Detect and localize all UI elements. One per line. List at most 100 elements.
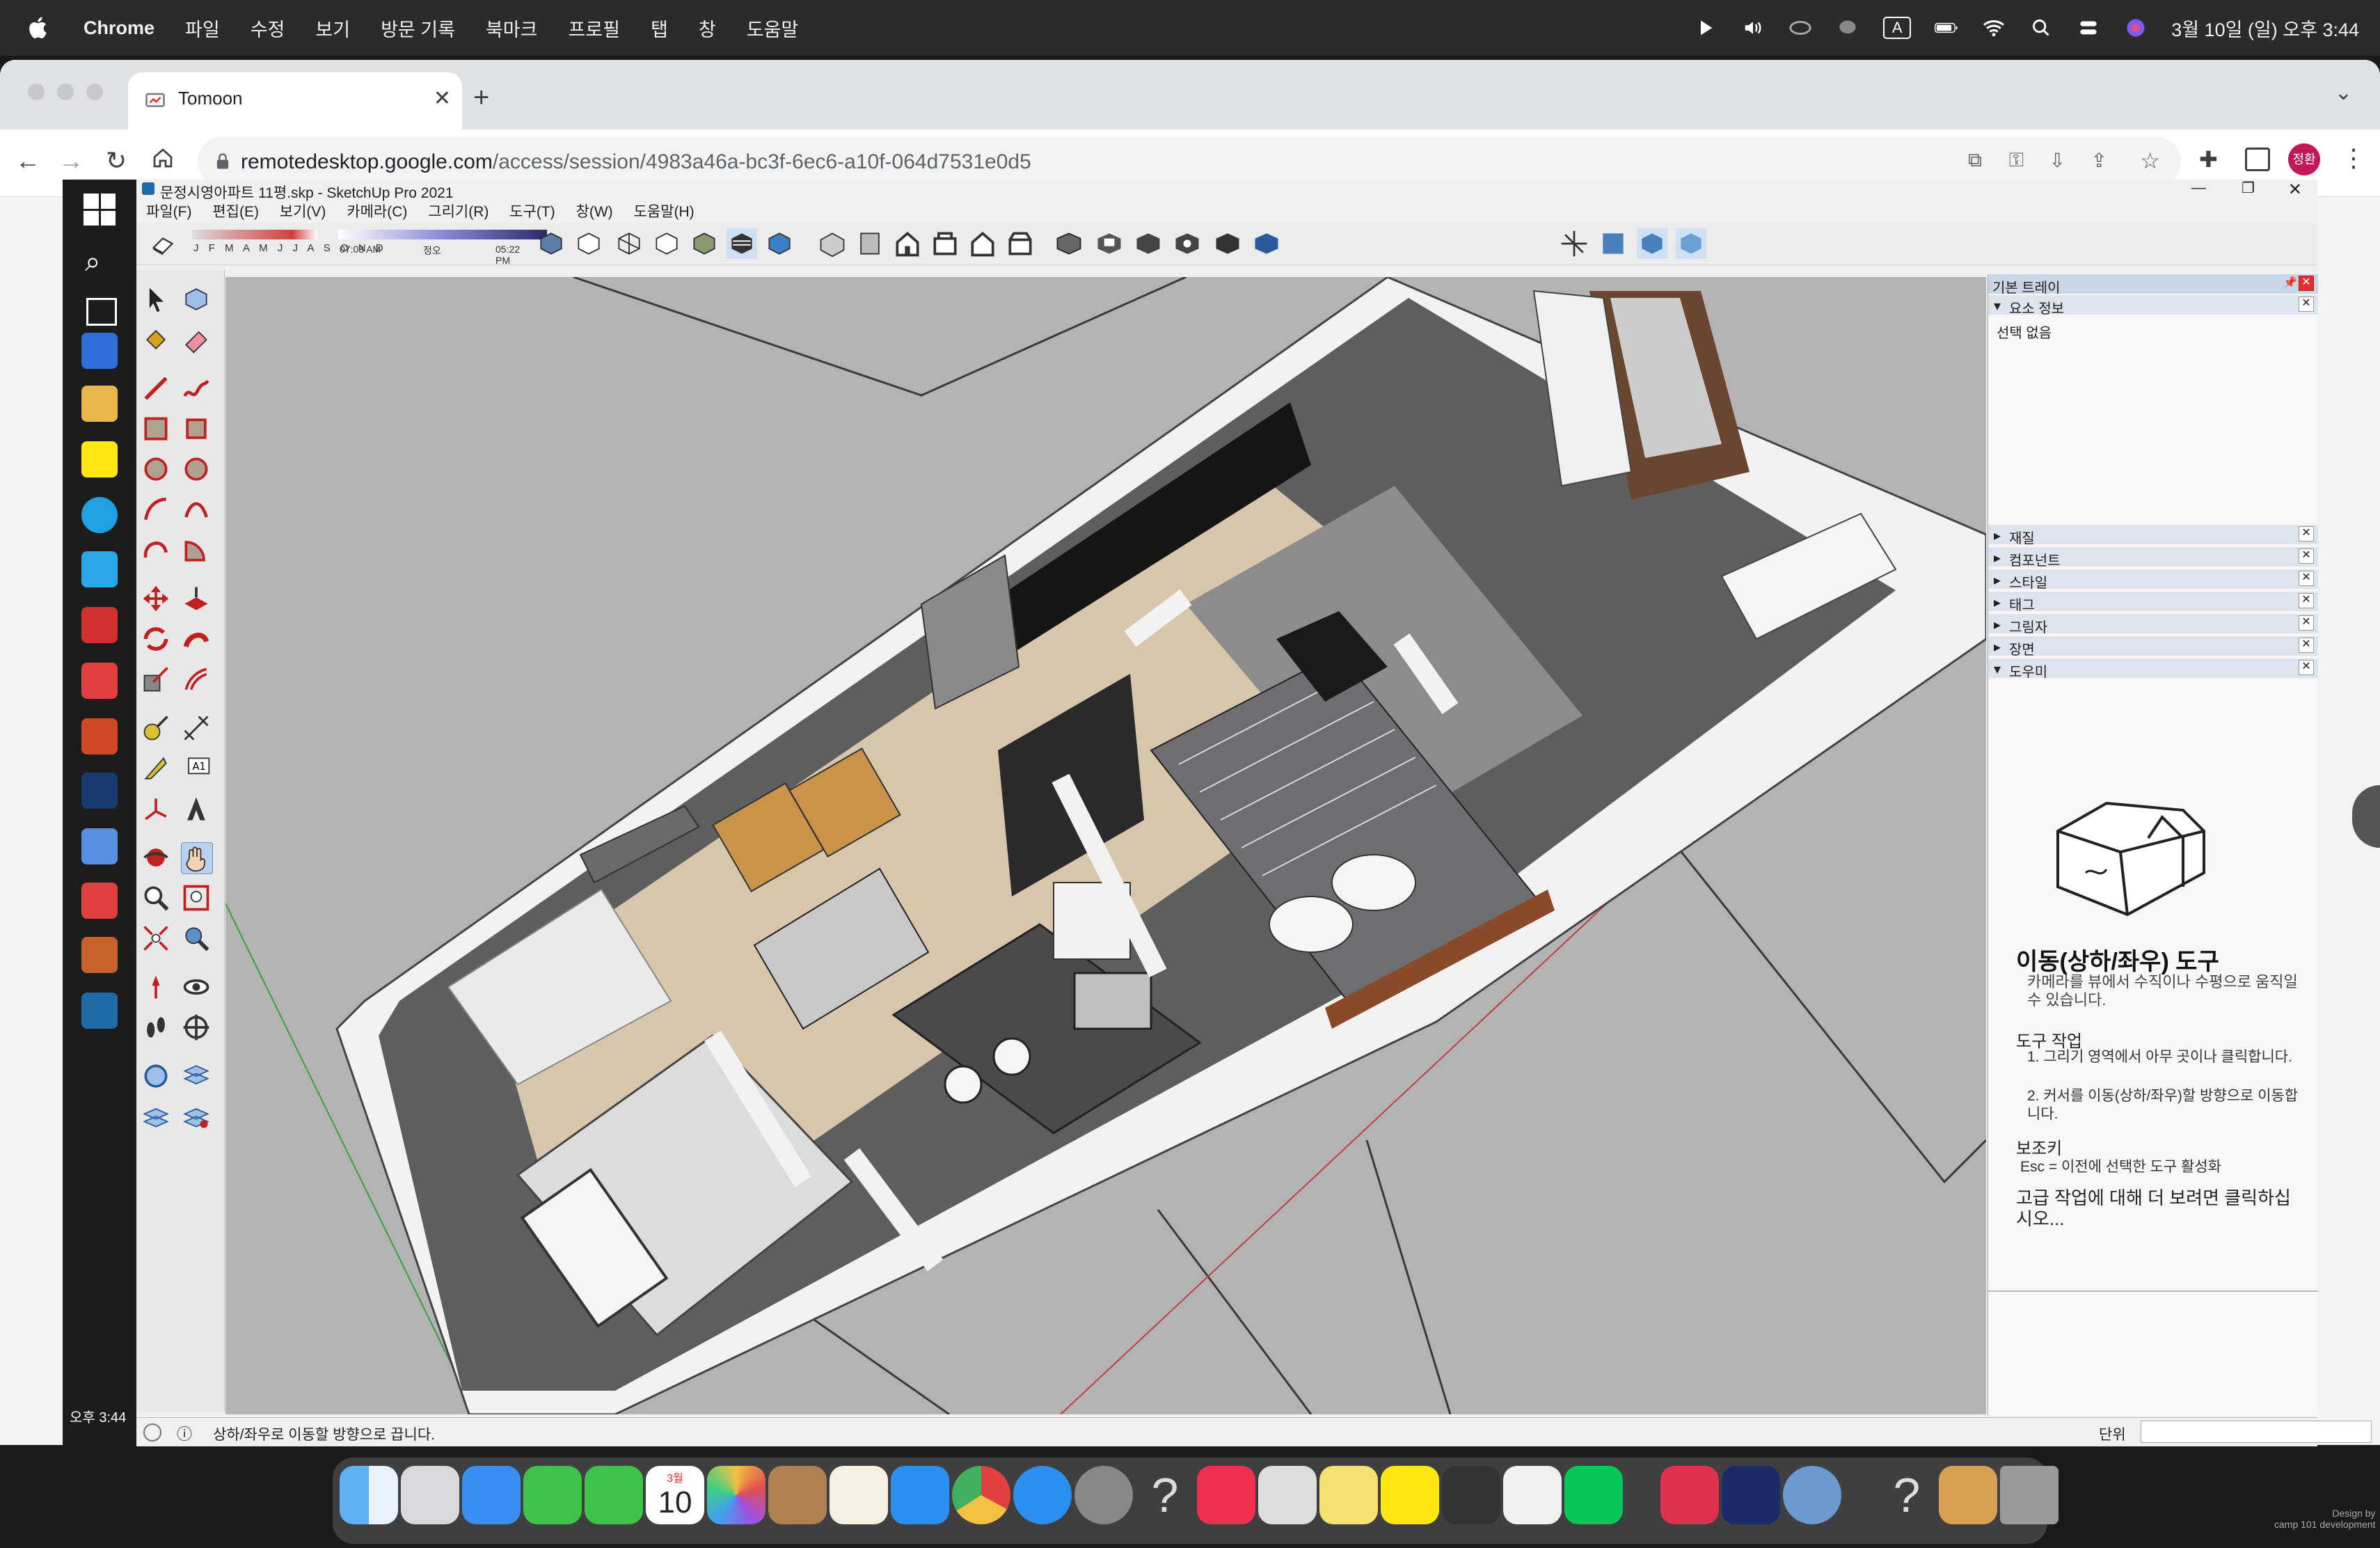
- su-menu-draw[interactable]: 그리기(R): [428, 204, 489, 220]
- forward-icon[interactable]: →: [58, 146, 84, 175]
- su-menu-window[interactable]: 창(W): [576, 204, 613, 220]
- https-app-icon[interactable]: [1722, 1466, 1780, 1524]
- panel-shadows-close[interactable]: ✕: [2299, 615, 2314, 631]
- archive-utility-icon[interactable]: [1939, 1466, 1997, 1524]
- instructor-advanced-link[interactable]: 고급 작업에 대해 더 보려면 클릭하십시오...: [2016, 1187, 2294, 1229]
- info-icon[interactable]: ⓘ: [177, 1422, 192, 1444]
- pie-tool-icon[interactable]: [181, 535, 212, 565]
- acrobat-icon[interactable]: [81, 663, 118, 699]
- tab-search-chevron-icon[interactable]: ⌄: [2335, 81, 2352, 105]
- messages-icon[interactable]: [1836, 16, 1859, 40]
- previous-view-icon[interactable]: [181, 923, 212, 954]
- look-around-icon[interactable]: [181, 972, 212, 1002]
- toggle-terrain-icon[interactable]: [1133, 228, 1164, 259]
- panel-instructor-header[interactable]: ▾ 도우미 ✕: [1988, 658, 2318, 680]
- unknown-app-2-icon[interactable]: ?: [1878, 1466, 1936, 1524]
- chrome-dock-icon[interactable]: [952, 1466, 1010, 1524]
- extensions-icon[interactable]: ✚: [2199, 146, 2218, 173]
- menu-edit[interactable]: 수정: [251, 15, 285, 42]
- menu-bookmarks[interactable]: 북마크: [486, 15, 538, 42]
- window-minimize-button[interactable]: —: [2191, 180, 2206, 196]
- two-point-arc-icon[interactable]: [181, 494, 212, 525]
- volume-icon[interactable]: [1741, 16, 1765, 40]
- sketchup-viewport[interactable]: [225, 277, 1986, 1414]
- panel-components-header[interactable]: ▸ 컴포넌트 ✕: [1988, 547, 2318, 569]
- menu-profile[interactable]: 프로필: [568, 15, 620, 42]
- menu-help[interactable]: 도움말: [747, 15, 799, 42]
- menu-window[interactable]: 창: [699, 15, 716, 42]
- apple-icon[interactable]: [26, 15, 51, 40]
- tape-measure-icon[interactable]: [141, 713, 171, 743]
- shadow-date-slider[interactable]: [192, 230, 317, 239]
- control-center-icon[interactable]: [2077, 16, 2100, 40]
- warehouse-icon[interactable]: [1598, 228, 1628, 259]
- style-backedges-icon[interactable]: [573, 228, 604, 259]
- style-textured-icon[interactable]: [727, 228, 757, 259]
- panel-tags-close[interactable]: ✕: [2299, 593, 2314, 608]
- walk-tool-icon[interactable]: [141, 1012, 171, 1043]
- calculator-dock-icon[interactable]: [1442, 1466, 1500, 1524]
- arc-tool-icon[interactable]: [141, 494, 171, 525]
- menubar-clock[interactable]: 3월 10일 (일) 오후 3:44: [2171, 15, 2359, 42]
- site-info-icon[interactable]: [213, 152, 232, 171]
- window-zoom-light[interactable]: [86, 84, 103, 100]
- input-source-icon[interactable]: A: [1883, 17, 1912, 39]
- contacts-icon[interactable]: [768, 1466, 827, 1524]
- sandbox-scratch-icon[interactable]: [181, 1061, 212, 1091]
- three-point-arc-icon[interactable]: [141, 535, 171, 565]
- battery-icon[interactable]: [1935, 16, 1958, 40]
- panel-shadows-header[interactable]: ▸ 그림자 ✕: [1988, 614, 2318, 635]
- protractor-icon[interactable]: [141, 753, 171, 784]
- section-plane-tool-icon[interactable]: [181, 1012, 212, 1043]
- view-top-icon[interactable]: [855, 228, 885, 259]
- edge-icon[interactable]: [81, 497, 118, 533]
- quicktime-icon[interactable]: [1783, 1466, 1841, 1524]
- office-icon[interactable]: [1503, 1466, 1562, 1524]
- eraser-icon[interactable]: [181, 324, 212, 355]
- creative-cloud-dock-icon[interactable]: [1660, 1466, 1719, 1524]
- orbit-tool-icon[interactable]: [141, 842, 171, 873]
- panel-materials-close[interactable]: ✕: [2299, 526, 2314, 542]
- share-icon[interactable]: ⇪: [2091, 149, 2107, 172]
- photo-textures-icon[interactable]: [1172, 228, 1203, 259]
- su-menu-file[interactable]: 파일(F): [146, 204, 191, 220]
- shadow-settings[interactable]: J F M A M J J A S O N D 07:08 AM 정오 05:2…: [178, 230, 547, 266]
- chrome-menu-icon[interactable]: ⋮: [2341, 143, 2366, 173]
- axes-tool-icon[interactable]: [141, 793, 171, 824]
- task-view-icon[interactable]: [86, 298, 117, 326]
- app-store-icon[interactable]: [891, 1466, 949, 1524]
- follow-me-icon[interactable]: [181, 624, 212, 654]
- window-close-light[interactable]: [28, 84, 45, 100]
- paint-bucket-icon[interactable]: [141, 324, 171, 355]
- notes-icon[interactable]: [830, 1466, 888, 1524]
- text-tool-icon[interactable]: A1: [181, 753, 212, 784]
- sandbox-smoove-icon[interactable]: [141, 1101, 171, 1132]
- launchpad-icon[interactable]: [401, 1466, 459, 1524]
- style-hidden-line-icon[interactable]: [651, 228, 682, 259]
- polygon-tool-icon[interactable]: [181, 454, 212, 484]
- extension-manager-icon[interactable]: [1676, 228, 1706, 259]
- windows-start-icon[interactable]: [84, 194, 116, 226]
- geo-location-icon[interactable]: [1251, 228, 1282, 259]
- style-shaded-icon[interactable]: [689, 228, 720, 259]
- dimension-tool-icon[interactable]: [181, 713, 212, 743]
- circle-tool-icon[interactable]: [141, 454, 171, 484]
- wifi-icon[interactable]: [1982, 16, 2006, 40]
- scale-tool-icon[interactable]: [141, 664, 171, 695]
- install-icon[interactable]: ⇩: [2049, 149, 2065, 172]
- menu-app-name[interactable]: Chrome: [84, 17, 154, 39]
- line-icon[interactable]: [1564, 1466, 1623, 1524]
- sketchup-taskbar-icon[interactable]: [81, 993, 118, 1029]
- shadows-toggle-icon[interactable]: [150, 231, 175, 256]
- extension-warehouse-icon[interactable]: [1637, 228, 1667, 259]
- url-text[interactable]: remotedesktop.google.com/access/session/…: [241, 150, 1031, 174]
- window-restore-button[interactable]: ❐: [2242, 180, 2255, 197]
- acrobat-reader-icon[interactable]: [81, 883, 118, 919]
- kakaotalk-dock-icon[interactable]: [1381, 1466, 1439, 1524]
- su-menu-tools[interactable]: 도구(T): [509, 204, 555, 220]
- pdf-icon[interactable]: [81, 937, 118, 973]
- su-menu-view[interactable]: 보기(V): [280, 204, 326, 220]
- rotated-rectangle-icon[interactable]: [181, 413, 212, 444]
- freehand-tool-icon[interactable]: [181, 373, 212, 404]
- remote-desktop-view[interactable]: ⌕ 오후 3:44 문정시영아파트 11평.skp - SketchUp Pro…: [63, 180, 2380, 1446]
